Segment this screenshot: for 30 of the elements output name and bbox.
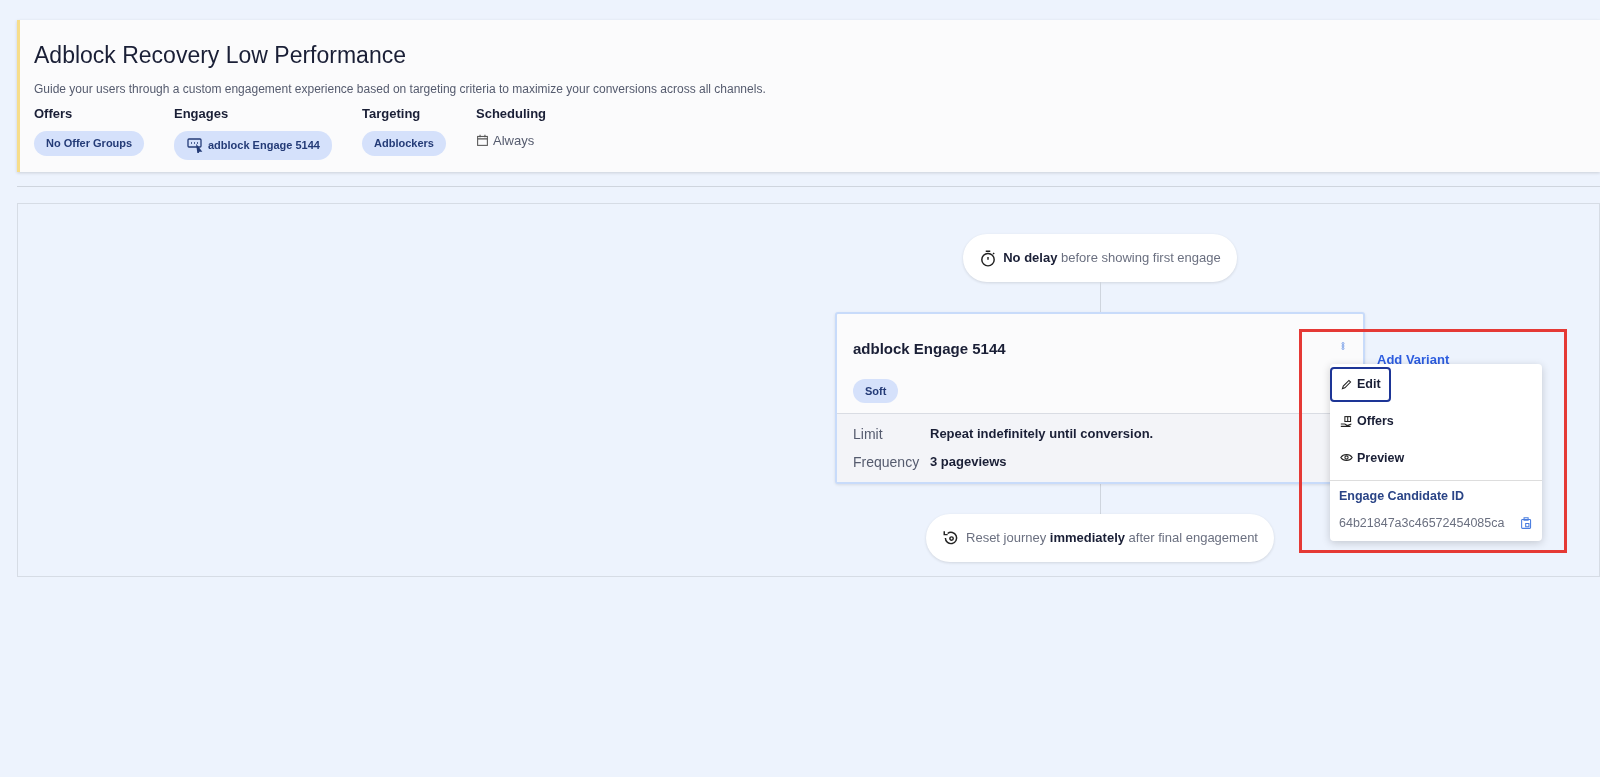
chat-cursor-icon: [186, 137, 204, 154]
detail-value: Repeat indefinitely until conversion.: [930, 425, 1154, 444]
reset-text: Reset journey immediately after final engagement: [966, 529, 1258, 548]
tag-pill[interactable]: No Offer Groups: [34, 131, 145, 156]
menu-item[interactable]: Preview: [1330, 440, 1415, 476]
menu-item[interactable]: Offers: [1330, 403, 1404, 439]
page-title: Adblock Recovery Low Performance: [34, 42, 407, 70]
type-tag: Soft: [853, 378, 899, 403]
description-text: Guide your users through a custom engagement experience based on targeting criteria to maximize your conversions across all channels.: [34, 80, 767, 98]
menu-item[interactable]: Edit: [1330, 367, 1391, 402]
field-label: Offers: [34, 104, 74, 123]
field-label: Engages: [174, 104, 230, 123]
field-label: Scheduling: [476, 104, 548, 123]
schedule-text: Always: [493, 132, 535, 151]
detail-label: Frequency: [853, 452, 921, 472]
delay-text: No delay before showing first engage: [1003, 249, 1221, 268]
engage-title: adblock Engage 5144: [853, 339, 1006, 359]
stopwatch-icon: [979, 249, 998, 267]
gift-hand-icon: [1340, 414, 1353, 428]
copy-icon[interactable]: [1520, 516, 1533, 530]
detail-label: Limit: [853, 424, 884, 444]
pencil-icon: [1340, 377, 1353, 391]
field-label: Targeting: [362, 104, 422, 123]
reset-icon: [942, 529, 960, 547]
id-value: 64b21847a3c46572454085ca: [1339, 515, 1505, 532]
tag-pill[interactable]: Adblockers: [362, 131, 446, 156]
engage-pill[interactable]: adblock Engage 5144: [174, 131, 332, 160]
detail-value: 3 pageviews: [930, 453, 1007, 472]
calendar-icon: [476, 134, 489, 148]
id-label: Engage Candidate ID: [1330, 480, 1542, 506]
